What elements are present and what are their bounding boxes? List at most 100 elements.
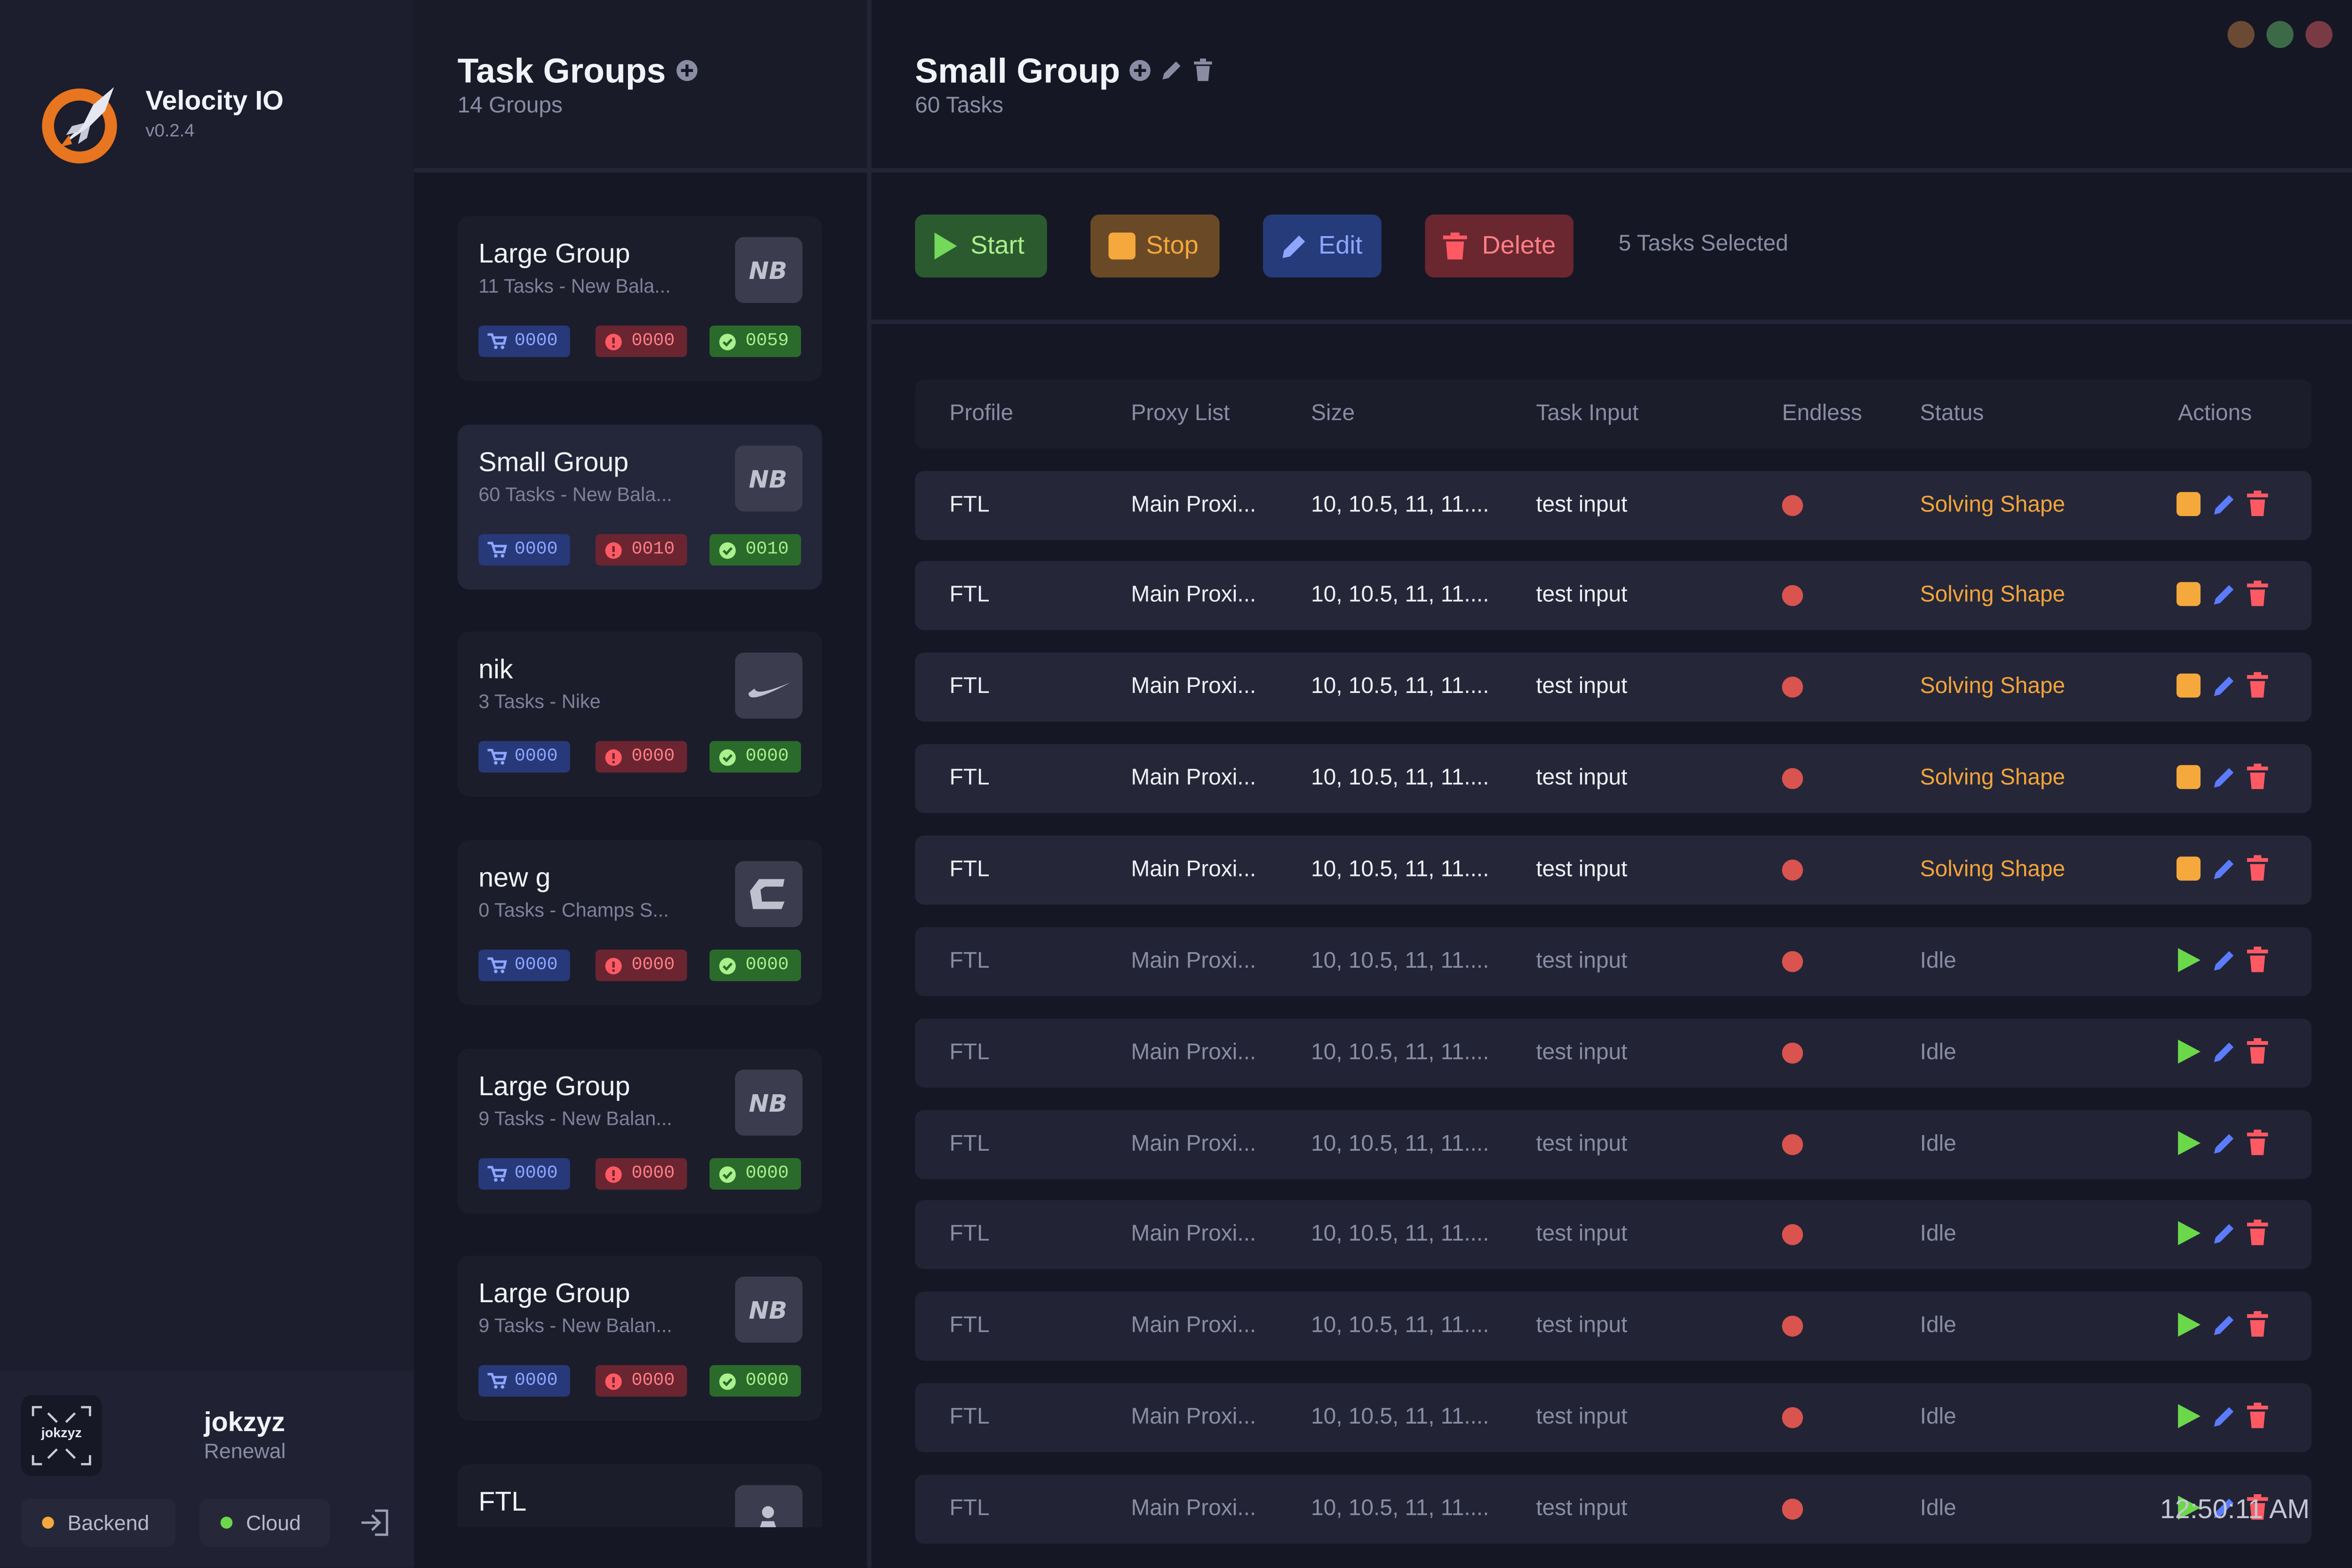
task-row[interactable]: FTL Main Proxi... 10, 10.5, 11, 11.... test… [915,836,2312,905]
table-header: Profile Proxy List Size Task Input Endle… [915,379,2312,449]
endless-indicator[interactable] [1782,1407,1803,1428]
delete-group-icon[interactable] [1192,58,1214,82]
failed-count: 0000 [631,745,675,767]
stop-button[interactable]: Stop [1090,214,1220,278]
delete-task-icon[interactable] [2246,1038,2276,1068]
endless-indicator[interactable] [1782,1224,1803,1245]
endless-indicator[interactable] [1782,1315,1803,1337]
edit-task-icon[interactable] [2211,1130,2241,1160]
start-task-icon[interactable] [2175,1130,2205,1160]
start-task-icon[interactable] [2175,1038,2205,1068]
endless-indicator[interactable] [1782,1498,1803,1520]
column-header-profile[interactable]: Profile [950,400,1014,426]
endless-indicator[interactable] [1782,677,1803,698]
check-icon [719,958,736,975]
task-row[interactable]: FTL Main Proxi... 10, 10.5, 11, 11.... test… [915,471,2312,540]
stop-task-icon[interactable] [2175,764,2205,794]
task-status: Solving Shape [1920,765,2066,791]
start-task-icon[interactable] [2175,1311,2205,1341]
task-input: test input [1536,765,1628,791]
endless-indicator[interactable] [1782,495,1803,516]
close-window-button[interactable] [2305,21,2333,48]
edit-task-icon[interactable] [2211,581,2241,611]
endless-indicator[interactable] [1782,1134,1803,1155]
edit-task-icon[interactable] [2211,947,2241,977]
edit-task-icon[interactable] [2211,1038,2241,1068]
success-count-badge: 0000 [709,1365,801,1397]
task-row[interactable]: FTL Main Proxi... 10, 10.5, 11, 11.... test… [915,1200,2312,1269]
group-card[interactable]: Large Group 11 Tasks - New Bala... NB 00… [457,216,822,381]
delete-task-icon[interactable] [2246,1130,2276,1160]
maximize-window-button[interactable] [2266,21,2294,48]
start-task-icon[interactable] [2175,1403,2205,1433]
delete-button[interactable]: Delete [1425,214,1574,278]
task-row[interactable]: FTL Main Proxi... 10, 10.5, 11, 11.... test… [915,1291,2312,1361]
task-size: 10, 10.5, 11, 11.... [1311,1313,1489,1338]
endless-indicator[interactable] [1782,768,1803,789]
task-profile: FTL [949,948,990,974]
task-row[interactable]: FTL Main Proxi... 10, 10.5, 11, 11.... test… [915,1110,2312,1179]
task-row[interactable]: FTL Main Proxi... 10, 10.5, 11, 11.... test… [915,744,2312,813]
task-input: test input [1536,1496,1628,1521]
stop-task-icon[interactable] [2175,672,2205,702]
column-header-status[interactable]: Status [1920,400,1984,426]
group-subtitle: 60 Tasks - New Bala... [478,483,672,506]
task-row[interactable]: FTL Main Proxi... 10, 10.5, 11, 11.... test… [915,653,2312,722]
column-header-endless[interactable]: Endless [1782,400,1862,426]
svg-text:NB: NB [749,1090,787,1118]
group-card[interactable]: new g 0 Tasks - Champs S... 0000 0000 00… [457,840,822,1005]
group-card[interactable]: nik 3 Tasks - Nike 0000 0000 0000 [457,631,822,797]
group-card[interactable]: Large Group 9 Tasks - New Balan... NB 00… [457,1048,822,1214]
start-task-icon[interactable] [2175,947,2205,977]
task-status: Solving Shape [1920,582,2066,608]
task-row[interactable]: FTL Main Proxi... 10, 10.5, 11, 11.... test… [915,561,2312,630]
stop-task-icon[interactable] [2175,581,2205,611]
delete-task-icon[interactable] [2246,764,2276,794]
column-header-proxy-list[interactable]: Proxy List [1131,400,1230,426]
edit-task-icon[interactable] [2211,855,2241,885]
edit-task-icon[interactable] [2211,1219,2241,1250]
add-task-icon[interactable] [1128,58,1152,82]
pencil-icon [1282,235,1305,258]
delete-task-icon[interactable] [2246,490,2276,521]
error-icon [605,334,622,350]
edit-task-icon[interactable] [2211,764,2241,794]
endless-indicator[interactable] [1782,585,1803,606]
delete-task-icon[interactable] [2246,1311,2276,1341]
group-name: new g [478,862,551,893]
start-task-icon[interactable] [2175,1219,2205,1250]
group-subtitle: 9 Tasks - New Balan... [478,1107,672,1130]
stop-task-icon[interactable] [2175,855,2205,885]
delete-task-icon[interactable] [2246,947,2276,977]
task-row[interactable]: FTL Main Proxi... 10, 10.5, 11, 11.... test… [915,1019,2312,1088]
endless-indicator[interactable] [1782,951,1803,972]
stop-task-icon[interactable] [2175,491,2205,521]
delete-task-icon[interactable] [2246,581,2276,611]
group-name: nik [478,654,513,685]
edit-task-icon[interactable] [2211,1311,2241,1341]
group-card[interactable]: FTL [457,1464,822,1528]
column-header-task-input[interactable]: Task Input [1536,400,1638,426]
task-input: test input [1536,492,1628,518]
endless-indicator[interactable] [1782,1043,1803,1064]
task-row[interactable]: FTL Main Proxi... 10, 10.5, 11, 11.... test… [915,1383,2312,1452]
group-card[interactable]: Large Group 9 Tasks - New Balan... NB 00… [457,1256,822,1421]
start-button[interactable]: Start [915,214,1047,278]
column-header-size[interactable]: Size [1311,400,1355,426]
delete-task-icon[interactable] [2246,1402,2276,1433]
delete-task-icon[interactable] [2246,672,2276,702]
edit-task-icon[interactable] [2211,672,2241,702]
failed-count-badge: 0000 [595,1158,687,1190]
minimize-window-button[interactable] [2227,21,2255,48]
task-row[interactable]: FTL Main Proxi... 10, 10.5, 11, 11.... test… [915,927,2312,996]
delete-task-icon[interactable] [2246,1219,2276,1250]
delete-task-icon[interactable] [2246,855,2276,885]
edit-button[interactable]: Edit [1263,214,1382,278]
group-card[interactable]: Small Group 60 Tasks - New Bala... NB 00… [457,424,822,590]
edit-task-icon[interactable] [2211,491,2241,521]
edit-task-icon[interactable] [2211,1403,2241,1433]
edit-group-icon[interactable] [1160,58,1184,82]
endless-indicator[interactable] [1782,860,1803,881]
error-icon [605,958,622,975]
task-row[interactable]: FTL Main Proxi... 10, 10.5, 11, 11.... test… [915,1474,2312,1544]
